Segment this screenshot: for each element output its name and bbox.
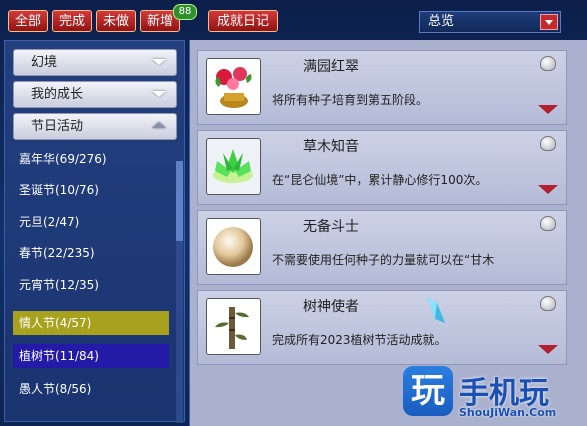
sidebar-item-valentine[interactable]: 情人节(4/57) [13, 311, 169, 335]
watermark-logo: 玩 手机玩 ShouJiWan.Com [403, 366, 579, 424]
overview-select-value: 总览 [428, 14, 455, 29]
sidebar-item-spring-festival[interactable]: 春节(22/235) [13, 241, 169, 265]
category-label: 节日活动 [31, 119, 84, 134]
chevron-up-icon [152, 122, 166, 128]
sidebar-item-new-year[interactable]: 元旦(2/47) [13, 210, 169, 234]
sidebar-item-carnival[interactable]: 嘉年华(69/276) [13, 147, 169, 171]
achievement-desc: 不需要使用任何种子的力量就可以在“甘木 [272, 253, 495, 267]
achievement-desc: 将所有种子培育到第五阶段。 [272, 93, 429, 107]
category-sidebar: 幻境 我的成长 节日活动 嘉年华(69/276) 圣诞节(10/76) 元旦(2… [4, 40, 185, 423]
seal-icon [540, 136, 556, 151]
overview-select[interactable]: 总览 [419, 11, 561, 33]
achievement-window: 全部 完成 未做 新增 88 成就日记 总览 幻境 我的成长 节日活动 嘉年华(… [0, 0, 587, 426]
category-my-growth[interactable]: 我的成长 [13, 81, 177, 108]
seal-icon [540, 56, 556, 71]
flower-pot-icon [206, 58, 261, 115]
achievement-title: 草木知音 [303, 139, 359, 155]
filter-all-button[interactable]: 全部 [8, 10, 49, 32]
achievement-card[interactable]: 无备斗士 不需要使用任何种子的力量就可以在“甘木 [197, 210, 567, 285]
category-label: 幻境 [31, 55, 58, 70]
achievement-title: 无备斗士 [303, 219, 359, 235]
chevron-down-icon [152, 59, 166, 65]
chevron-down-icon [152, 91, 166, 97]
new-count-badge: 88 [173, 4, 197, 20]
filter-done-button[interactable]: 完成 [52, 10, 93, 32]
achievement-diary-button[interactable]: 成就日记 [208, 10, 279, 32]
expand-arrow-icon[interactable] [538, 105, 558, 114]
sidebar-scrollbar[interactable] [176, 161, 183, 423]
achievement-desc: 在“昆仑仙境”中，累计静心修行100次。 [272, 173, 488, 187]
expand-arrow-icon[interactable] [538, 185, 558, 194]
filter-undone-button[interactable]: 未做 [96, 10, 137, 32]
seal-icon [540, 296, 556, 311]
chevron-down-icon[interactable] [540, 14, 558, 30]
category-festivals[interactable]: 节日活动 [13, 113, 177, 140]
achievement-card[interactable]: 草木知音 在“昆仑仙境”中，累计静心修行100次。 [197, 130, 567, 205]
watermark-url: ShouJiWan.Com [459, 406, 557, 419]
watermark-badge: 玩 [403, 366, 453, 416]
sidebar-item-lantern[interactable]: 元宵节(12/35) [13, 273, 169, 297]
expand-arrow-icon[interactable] [538, 345, 558, 354]
category-huanjing[interactable]: 幻境 [13, 49, 177, 76]
sidebar-item-christmas[interactable]: 圣诞节(10/76) [13, 178, 169, 202]
bamboo-icon [206, 298, 261, 355]
achievement-desc: 完成所有2023植树节活动成就。 [272, 333, 447, 347]
seal-icon [540, 216, 556, 231]
achievement-card[interactable]: 树神使者 完成所有2023植树节活动成就。 [197, 290, 567, 365]
crystal-icon [427, 297, 445, 323]
achievement-card[interactable]: 满园红翠 将所有种子培育到第五阶段。 [197, 50, 567, 125]
sidebar-item-arbor-day[interactable]: 植树节(11/84) [13, 344, 169, 368]
scrollbar-thumb[interactable] [176, 161, 183, 241]
category-label: 我的成长 [31, 87, 84, 102]
achievement-title: 树神使者 [303, 299, 359, 315]
pearl-icon [206, 218, 261, 275]
sidebar-item-april-fools[interactable]: 愚人节(8/56) [13, 377, 169, 401]
lotus-icon [206, 138, 261, 195]
achievement-title: 满园红翠 [303, 59, 359, 75]
